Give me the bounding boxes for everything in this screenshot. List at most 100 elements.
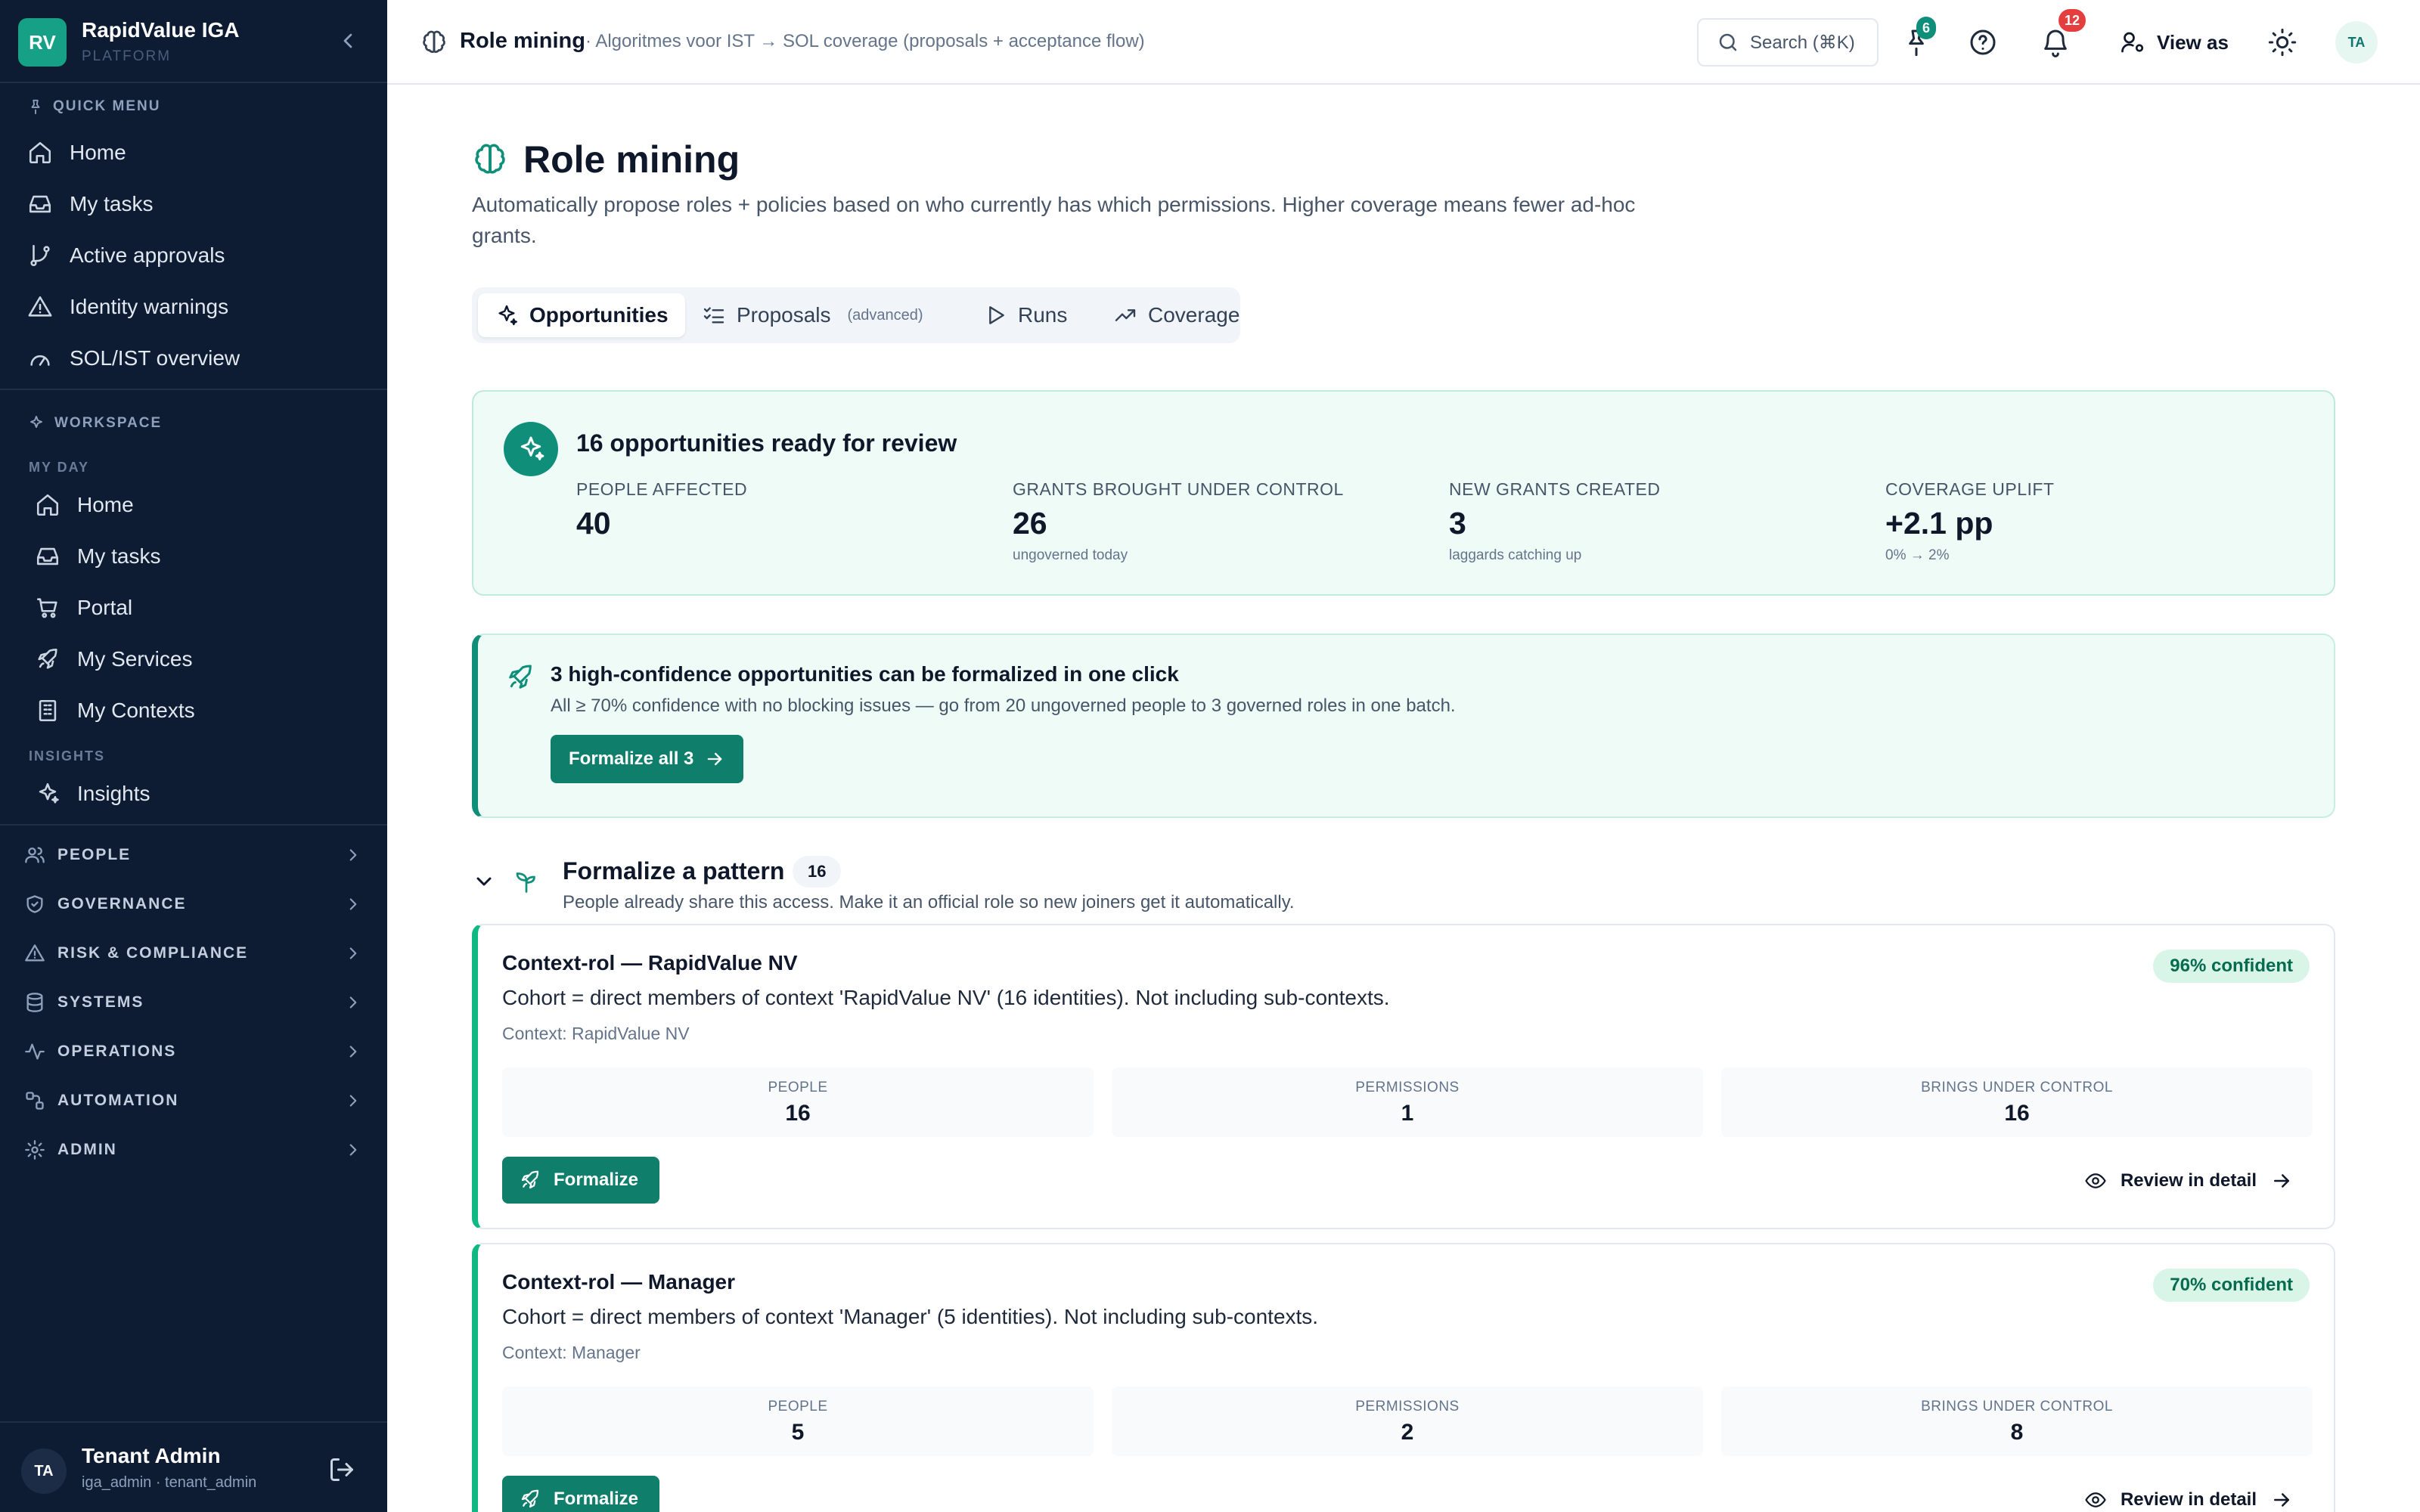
sidebar-group-admin[interactable]: ADMIN — [15, 1131, 363, 1169]
sidebar-item-sol-ist-overview[interactable]: SOL/IST overview — [15, 336, 371, 381]
formalize-button[interactable]: Formalize — [502, 1157, 660, 1204]
app-logo[interactable]: RV — [18, 18, 67, 67]
formalize-pattern-section-header: Formalize a pattern 16 People already sh… — [472, 848, 2335, 916]
bulk-formalize-callout: 3 high-confidence opportunities can be f… — [472, 634, 2335, 818]
sidebar-item-label: Home — [77, 493, 134, 516]
sidebar-item-label: My Services — [77, 647, 193, 671]
card-title: Context-rol — RapidValue NV — [502, 951, 798, 974]
sidebar-item-my-tasks[interactable]: My tasks — [15, 181, 371, 227]
formalize-label: Formalize — [554, 1170, 639, 1190]
page-description: Automatically propose roles + policies b… — [472, 193, 1636, 247]
tab-runs[interactable]: Runs — [966, 293, 1084, 337]
chevron-down-icon[interactable] — [472, 869, 496, 894]
bell-icon[interactable] — [2040, 27, 2071, 57]
card-context: Context: Manager — [502, 1343, 641, 1362]
sidebar-group-automation[interactable]: AUTOMATION — [15, 1082, 363, 1120]
opportunity-card: Context-rol — Manager 70% confident Coho… — [472, 1243, 2335, 1512]
git-branch-icon — [30, 244, 50, 267]
confidence-badge: 70% confident — [2153, 1269, 2310, 1302]
logout-icon[interactable] — [328, 1456, 355, 1483]
rocket-icon — [509, 665, 532, 689]
sidebar-group-people[interactable]: PEOPLE — [15, 836, 363, 874]
sidebar-group-risk-compliance[interactable]: RISK & COMPLIANCE — [15, 934, 363, 972]
pin-icon — [31, 99, 40, 115]
sidebar-item-portal[interactable]: Portal — [15, 585, 371, 631]
sidebar-group-systems[interactable]: SYSTEMS — [15, 984, 363, 1021]
sidebar-item-home-workspace[interactable]: Home — [15, 482, 371, 528]
pattern-title: Formalize a pattern — [563, 857, 785, 885]
tab-opportunities[interactable]: Opportunities — [478, 293, 685, 337]
metric-value: 5 — [791, 1420, 805, 1445]
review-in-detail-link[interactable]: Review in detail — [2084, 1483, 2293, 1512]
inbox-icon — [29, 195, 51, 213]
formalize-all-button[interactable]: Formalize all 3 — [551, 735, 744, 783]
metric-permissions: PERMISSIONS 1 — [1112, 1067, 1703, 1137]
metric-people: PEOPLE 16 — [502, 1067, 1094, 1137]
warning-icon — [25, 944, 45, 962]
gauge-icon — [30, 355, 50, 366]
chevron-right-icon — [349, 996, 357, 1009]
tab-coverage[interactable]: Coverage — [1097, 293, 1256, 337]
sidebar-item-label: SOL/IST overview — [70, 346, 240, 370]
stat-value: 26 — [1013, 506, 1047, 541]
sidebar-item-home[interactable]: Home — [15, 130, 371, 175]
sidebar-item-label: Active approvals — [70, 243, 225, 267]
rocket-icon — [521, 1489, 539, 1508]
opportunity-card: Context-rol — RapidValue NV 96% confiden… — [472, 924, 2335, 1229]
database-icon — [26, 993, 43, 1012]
tab-proposals[interactable]: Proposals (advanced) — [685, 293, 940, 337]
home-icon — [36, 494, 59, 516]
stat-hint: 0% → 2% — [1885, 547, 1950, 563]
avatar[interactable]: TA — [21, 1448, 67, 1494]
sidebar-group-label: SYSTEMS — [57, 993, 144, 1011]
tab-label: Opportunities — [529, 303, 669, 327]
sparkles-icon — [39, 782, 59, 804]
page-header: Role mining — [472, 138, 740, 181]
sidebar-item-identity-warnings[interactable]: Identity warnings — [15, 284, 371, 330]
help-icon[interactable] — [1968, 27, 1998, 57]
user-roles: iga_admin · tenant_admin — [82, 1474, 257, 1491]
shield-icon — [26, 895, 43, 913]
stat-label: GRANTS BROUGHT UNDER CONTROL — [1013, 479, 1344, 499]
sidebar-item-label: My tasks — [70, 192, 154, 215]
stat-people-affected: PEOPLE AFFECTED 40 — [576, 479, 747, 547]
formalize-button[interactable]: Formalize — [502, 1476, 660, 1512]
page-title: Role mining — [523, 138, 740, 181]
chevron-right-icon — [349, 849, 357, 861]
workspace-label: WORKSPACE — [54, 415, 163, 431]
sidebar: RV RapidValue IGA PLATFORM QUICK MENU Ho… — [0, 0, 387, 1512]
sidebar-group-governance[interactable]: GOVERNANCE — [15, 885, 363, 923]
search-button[interactable]: Search (⌘K) — [1697, 18, 1879, 67]
user-cog-icon — [2121, 32, 2144, 53]
metric-permissions: PERMISSIONS 2 — [1112, 1387, 1703, 1456]
review-in-detail-link[interactable]: Review in detail — [2084, 1164, 2293, 1198]
metric-label: BRINGS UNDER CONTROL — [1921, 1399, 2113, 1414]
metric-label: PEOPLE — [768, 1399, 828, 1414]
stat-value: 3 — [1449, 506, 1466, 541]
chevron-left-icon[interactable] — [336, 29, 360, 53]
view-as-button[interactable]: View as — [2119, 27, 2229, 57]
quick-menu-header: QUICK MENU — [27, 98, 160, 115]
user-name: Tenant Admin — [82, 1444, 221, 1467]
tab-label: Proposals — [737, 303, 831, 327]
stat-new-grants-created: NEW GRANTS CREATED 3 laggards catching u… — [1449, 479, 1660, 564]
sun-icon[interactable] — [2267, 27, 2297, 57]
sidebar-item-my-contexts[interactable]: My Contexts — [15, 688, 371, 733]
sidebar-item-my-tasks-workspace[interactable]: My tasks — [15, 534, 371, 579]
sidebar-group-operations[interactable]: OPERATIONS — [15, 1033, 363, 1070]
activity-icon — [25, 1043, 45, 1060]
metric-value: 8 — [2010, 1420, 2024, 1445]
arrow-right-icon — [2274, 1174, 2289, 1188]
stat-value: 40 — [576, 506, 611, 541]
avatar[interactable]: TA — [2335, 21, 2378, 64]
sidebar-item-insights[interactable]: Insights — [15, 771, 371, 816]
inbox-icon — [36, 547, 59, 565]
brain-icon — [423, 30, 445, 53]
sidebar-item-my-services[interactable]: My Services — [15, 637, 371, 682]
brain-icon — [475, 144, 505, 174]
formalize-all-label: Formalize all 3 — [569, 748, 694, 769]
opportunities-summary: 16 opportunities ready for review PEOPLE… — [472, 390, 2335, 596]
sidebar-group-label: GOVERNANCE — [57, 895, 187, 912]
sidebar-item-label: Home — [70, 141, 126, 164]
sidebar-item-active-approvals[interactable]: Active approvals — [15, 233, 371, 278]
